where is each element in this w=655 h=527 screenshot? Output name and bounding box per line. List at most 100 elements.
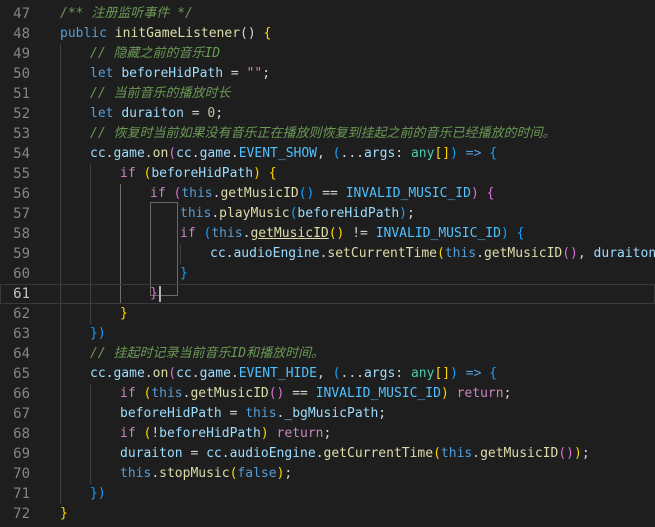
- code-token: ;: [581, 446, 590, 461]
- code-token: _bgMusicPath: [284, 406, 379, 421]
- code-token: }): [90, 326, 106, 341]
- code-token: let: [90, 66, 122, 81]
- code-token: EVENT_HIDE: [238, 366, 318, 381]
- line-code: /** 注册监听事件 */: [60, 4, 193, 24]
- code-token: ;: [503, 386, 512, 401]
- code-token: (): [268, 386, 285, 401]
- line-code: if (beforeHidPath) {: [120, 164, 277, 184]
- code-token: duraiton: [121, 106, 184, 121]
- line-number: 49: [13, 46, 30, 62]
- code-token: }: [120, 306, 128, 321]
- code-token: this: [151, 386, 183, 401]
- code-line[interactable]: 68 if (!beforeHidPath) return;: [0, 424, 655, 444]
- code-line[interactable]: 62}: [0, 304, 655, 324]
- code-token: .: [144, 146, 153, 161]
- code-line[interactable]: 55 if (beforeHidPath) {: [0, 164, 655, 184]
- code-token: duraiton: [593, 246, 655, 261]
- code-token: {: [489, 146, 498, 161]
- code-token: .: [151, 466, 160, 481]
- code-line[interactable]: 63}): [0, 324, 655, 344]
- code-token: =: [221, 406, 246, 421]
- code-token: // 当前音乐的播放时长: [90, 86, 231, 101]
- code-token: audioEngine: [233, 246, 320, 261]
- code-token: (): [298, 186, 315, 201]
- code-line[interactable]: 61}: [0, 284, 655, 304]
- code-token: ==: [284, 386, 316, 401]
- code-token: ): [574, 446, 582, 461]
- code-token: ): [450, 366, 458, 381]
- code-line[interactable]: 60}: [0, 264, 655, 284]
- code-line[interactable]: 47 /** 注册监听事件 */: [0, 4, 655, 24]
- code-token: let: [90, 106, 122, 121]
- line-code: let duraiton = 0;: [90, 104, 223, 124]
- line-number: 47: [13, 6, 30, 22]
- code-line[interactable]: 49 // 隐藏之前的音乐ID: [0, 44, 655, 64]
- code-line[interactable]: 54 cc.game.on(cc.game.EVENT_SHOW, (...arg…: [0, 144, 655, 164]
- line-code: cc.game.on(cc.game.EVENT_SHOW, (...args:…: [90, 144, 497, 164]
- code-token: audioEngine: [229, 446, 316, 461]
- line-code: beforeHidPath = this._bgMusicPath;: [120, 404, 386, 424]
- code-token: cc: [90, 146, 106, 161]
- code-token: this: [440, 446, 473, 461]
- code-token: .: [230, 366, 239, 381]
- code-line[interactable]: 56 if (this.getMusicID() == INVALID_MUSIC…: [0, 184, 655, 204]
- code-token: getMusicID: [480, 446, 559, 461]
- code-line[interactable]: 57 this.playMusic(beforeHidPath);: [0, 204, 655, 224]
- code-line[interactable]: 65 cc.game.on(cc.game.EVENT_HIDE, (...arg…: [0, 364, 655, 384]
- code-token: (: [332, 366, 341, 381]
- line-code: cc.game.on(cc.game.EVENT_HIDE, (...args:…: [90, 364, 497, 384]
- code-token: false: [237, 466, 277, 481]
- line-code: }): [90, 484, 106, 504]
- code-token: (: [433, 446, 441, 461]
- code-line[interactable]: 64 // 挂起时记录当前音乐ID和播放时间。: [0, 344, 655, 364]
- code-line[interactable]: 66 if (this.getMusicID() == INVALID_MUSIC…: [0, 384, 655, 404]
- code-line[interactable]: 53 // 恢复时当前如果没有音乐正在播放则恢复到挂起之前的音乐已经播放的时间。: [0, 124, 655, 144]
- code-line[interactable]: 52 let duraiton = 0;: [0, 104, 655, 124]
- code-token: {: [263, 26, 272, 41]
- code-line[interactable]: 71}): [0, 484, 655, 504]
- code-line[interactable]: 51 // 当前音乐的播放时长: [0, 84, 655, 104]
- code-token: INVALID_MUSIC_ID: [315, 386, 441, 401]
- line-code: }: [150, 284, 158, 304]
- code-line[interactable]: 48 public initGameListener() {: [0, 24, 655, 44]
- code-token: return: [276, 426, 324, 441]
- line-number: 53: [13, 126, 30, 142]
- code-token: args: [363, 146, 396, 161]
- code-editor[interactable]: 47 /** 注册监听事件 */ 48 public initGameListener…: [0, 0, 655, 527]
- code-token: // 隐藏之前的音乐ID: [90, 46, 221, 61]
- code-token: (: [436, 246, 445, 261]
- code-line[interactable]: 50 let beforeHidPath = "";: [0, 64, 655, 84]
- code-token: =>: [465, 146, 482, 161]
- code-token: =: [223, 66, 247, 81]
- code-line[interactable]: 70 this.stopMusic(false);: [0, 464, 655, 484]
- code-token: duraiton: [120, 446, 183, 461]
- code-line[interactable]: 72}: [0, 504, 655, 524]
- code-token: any: [410, 366, 435, 381]
- code-line[interactable]: 67 beforeHidPath = this._bgMusicPath;: [0, 404, 655, 424]
- line-number: 63: [13, 326, 30, 342]
- code-token: any: [410, 146, 435, 161]
- code-token: cc: [206, 446, 222, 461]
- line-code: if (!beforeHidPath) return;: [120, 424, 331, 444]
- code-token: on: [152, 146, 169, 161]
- code-token: beforeHidPath: [151, 166, 254, 181]
- code-token: .: [211, 206, 220, 221]
- code-token: beforeHidPath: [159, 426, 261, 441]
- line-code: public initGameListener() {: [60, 24, 271, 44]
- code-token: this: [245, 406, 277, 421]
- code-line[interactable]: 69 duraiton = cc.audioEngine.getCurrentTi…: [0, 444, 655, 464]
- line-number: 64: [13, 346, 30, 362]
- code-token: (: [168, 146, 177, 161]
- code-token: ;: [262, 66, 271, 81]
- code-line[interactable]: 59 cc.audioEngine.setCurrentTime(this.get…: [0, 244, 655, 264]
- code-token: :: [395, 366, 411, 381]
- code-line[interactable]: 58 if (this.getMusicID() != INVALID_MUSIC…: [0, 224, 655, 244]
- code-token: ): [440, 386, 449, 401]
- code-token: ): [450, 146, 458, 161]
- code-token: ): [399, 206, 407, 221]
- line-number: 56: [13, 186, 30, 202]
